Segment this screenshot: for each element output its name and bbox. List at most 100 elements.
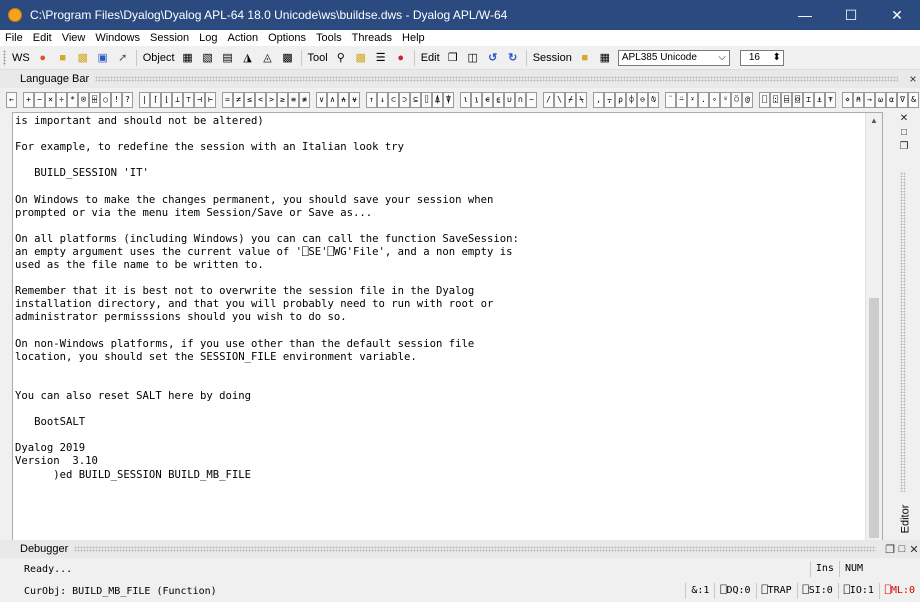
glyph-button[interactable]: ⌈: [150, 92, 161, 108]
clear-ws-icon[interactable]: ●: [35, 50, 51, 66]
scroll-up-icon[interactable]: ▲: [866, 113, 882, 129]
glyph-button[interactable]: ⊆: [410, 92, 421, 108]
glyph-button[interactable]: ⊣: [194, 92, 205, 108]
glyph-button[interactable]: ⌺: [792, 92, 803, 108]
glyph-button[interactable]: ⍋: [432, 92, 443, 108]
workspace-explorer-icon[interactable]: ▩: [353, 50, 369, 66]
font-select[interactable]: APL385 Unicode ⌵: [617, 49, 730, 66]
glyph-button[interactable]: ⍨: [676, 92, 687, 108]
replace-object-icon[interactable]: ◬: [260, 50, 276, 66]
glyph-button[interactable]: ⊥: [172, 92, 183, 108]
color-palette-icon[interactable]: ●: [393, 50, 409, 66]
debugger-close-icon[interactable]: ✕: [908, 543, 920, 556]
menu-windows[interactable]: Windows: [90, 30, 145, 46]
glyph-button[interactable]: −: [34, 92, 45, 108]
menu-session[interactable]: Session: [145, 30, 194, 46]
vertical-scrollbar[interactable]: ▲ ▼: [865, 113, 882, 557]
copy-ws-icon[interactable]: ▩: [75, 50, 91, 66]
spinner-icon[interactable]: ⬍: [772, 52, 780, 63]
menu-action[interactable]: Action: [222, 30, 263, 46]
close-window-button[interactable]: ✕: [874, 0, 920, 30]
glyph-button[interactable]: ⍠: [770, 92, 781, 108]
glyph-button[interactable]: ⌸: [781, 92, 792, 108]
panel-grip[interactable]: [74, 546, 876, 552]
glyph-button[interactable]: ○: [100, 92, 111, 108]
glyph-button[interactable]: ⍀: [576, 92, 587, 108]
glyph-button[interactable]: ⍉: [648, 92, 659, 108]
copy-icon[interactable]: ❐: [445, 50, 461, 66]
glyph-button[interactable]: ∇: [897, 92, 908, 108]
glyph-button[interactable]: ?: [122, 92, 133, 108]
panel-grip[interactable]: [95, 76, 898, 82]
glyph-button[interactable]: ↑: [366, 92, 377, 108]
glyph-button[interactable]: ⍝: [853, 92, 864, 108]
menu-view[interactable]: View: [57, 30, 91, 46]
glyph-button[interactable]: ⊖: [637, 92, 648, 108]
menu-threads[interactable]: Threads: [347, 30, 397, 46]
glyph-button[interactable]: ∨: [316, 92, 327, 108]
menu-help[interactable]: Help: [397, 30, 430, 46]
toolbar-grip[interactable]: [3, 49, 6, 66]
glyph-button[interactable]: >: [266, 92, 277, 108]
glyph-button[interactable]: ⍤: [720, 92, 731, 108]
glyph-button[interactable]: /: [543, 92, 554, 108]
glyph-button[interactable]: ~: [526, 92, 537, 108]
close-editor-icon[interactable]: ✕: [896, 112, 912, 126]
glyph-button[interactable]: ⍴: [615, 92, 626, 108]
editor-content[interactable]: is important and should not be altered) …: [13, 113, 882, 482]
glyph-button[interactable]: ,: [593, 92, 604, 108]
menu-log[interactable]: Log: [194, 30, 222, 46]
glyph-button[interactable]: ⍣: [687, 92, 698, 108]
minimize-button[interactable]: —: [782, 0, 828, 30]
menu-edit[interactable]: Edit: [28, 30, 57, 46]
paste-object-icon[interactable]: ▧: [200, 50, 216, 66]
session-editor[interactable]: is important and should not be altered) …: [12, 112, 883, 558]
glyph-button[interactable]: ⌶: [803, 92, 814, 108]
glyph-button[interactable]: ⍪: [604, 92, 615, 108]
glyph-button[interactable]: ↓: [377, 92, 388, 108]
glyph-button[interactable]: ←: [6, 92, 17, 108]
undo-icon[interactable]: ↺: [485, 50, 501, 66]
glyph-button[interactable]: ⊃: [399, 92, 410, 108]
list-icon[interactable]: ☰: [373, 50, 389, 66]
editor-dock-tab[interactable]: Editor: [896, 494, 914, 544]
glyph-button[interactable]: ⍸: [471, 92, 482, 108]
glyph-button[interactable]: ⌷: [421, 92, 432, 108]
glyph-button[interactable]: ≡: [288, 92, 299, 108]
glyph-button[interactable]: ÷: [56, 92, 67, 108]
glyph-button[interactable]: ⌿: [565, 92, 576, 108]
debugger-restore-icon[interactable]: ❐: [884, 543, 896, 556]
glyph-button[interactable]: ⍵: [875, 92, 886, 108]
glyph-button[interactable]: →: [864, 92, 875, 108]
glyph-button[interactable]: \: [554, 92, 565, 108]
restore-editor-icon[interactable]: ❐: [896, 140, 912, 154]
glyph-button[interactable]: ⎕: [759, 92, 770, 108]
open-ws-icon[interactable]: ■: [55, 50, 71, 66]
glyph-button[interactable]: ≠: [233, 92, 244, 108]
glyph-button[interactable]: ¨: [665, 92, 676, 108]
maximize-button[interactable]: ☐: [828, 0, 874, 30]
copy-object-icon[interactable]: ▦: [180, 50, 196, 66]
glyph-button[interactable]: ⍥: [731, 92, 742, 108]
maximize-editor-icon[interactable]: □: [896, 126, 912, 140]
glyph-button[interactable]: ∘: [709, 92, 720, 108]
glyph-button[interactable]: ⋄: [842, 92, 853, 108]
menu-tools[interactable]: Tools: [311, 30, 347, 46]
glyph-button[interactable]: .: [698, 92, 709, 108]
glyph-button[interactable]: +: [23, 92, 34, 108]
load-icon[interactable]: ➚: [115, 50, 131, 66]
find-object-icon[interactable]: ◮: [240, 50, 256, 66]
object-explorer-icon[interactable]: ▩: [280, 50, 296, 66]
glyph-button[interactable]: ⍒: [443, 92, 454, 108]
glyph-button[interactable]: <: [255, 92, 266, 108]
glyph-button[interactable]: ∪: [504, 92, 515, 108]
font-size-stepper[interactable]: 16 ⬍: [739, 49, 784, 66]
paste-icon[interactable]: ◫: [465, 50, 481, 66]
debugger-maximize-icon[interactable]: □: [896, 543, 908, 555]
glyph-button[interactable]: ⍕: [825, 92, 836, 108]
glyph-button[interactable]: ⍱: [349, 92, 360, 108]
glyph-button[interactable]: ⍲: [338, 92, 349, 108]
glyph-button[interactable]: ⍟: [78, 92, 89, 108]
glyph-button[interactable]: ⌽: [626, 92, 637, 108]
glyph-button[interactable]: ≥: [277, 92, 288, 108]
